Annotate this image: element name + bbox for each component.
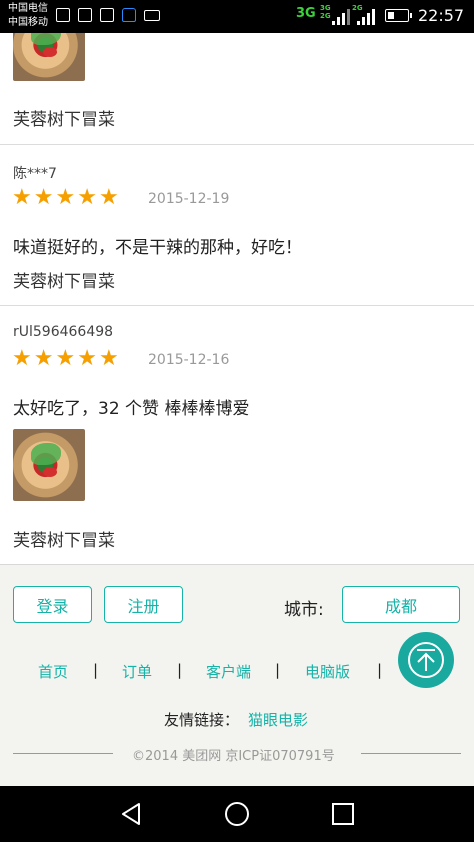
back-to-top-button[interactable] xyxy=(398,632,454,688)
lock-icon xyxy=(122,8,136,22)
star-icon: ★ xyxy=(55,346,76,371)
city-select-button[interactable]: 成都 xyxy=(342,586,460,623)
login-button[interactable]: 登录 xyxy=(13,586,92,623)
rating-stars: ★ ★ ★ ★ ★ xyxy=(12,348,119,370)
carrier-1: 中国电信 xyxy=(8,3,48,14)
signal-bars-2-icon xyxy=(357,7,375,25)
star-icon: ★ xyxy=(98,185,119,210)
review-shop-name[interactable]: 芙蓉树下冒菜 xyxy=(13,526,115,551)
star-icon: ★ xyxy=(77,185,97,210)
footer-link-home[interactable]: 首页 xyxy=(38,661,68,682)
footer-separator: | xyxy=(93,661,99,679)
friend-links-label: 友情链接： xyxy=(164,711,240,729)
review-item: 芙蓉树下冒菜 xyxy=(0,33,474,145)
image-icon xyxy=(100,8,114,22)
battery-icon xyxy=(385,9,412,22)
city-label: 城市: xyxy=(284,600,324,620)
download-icon xyxy=(78,8,92,22)
star-icon: ★ xyxy=(12,185,32,210)
footer-link-app[interactable]: 客户端 xyxy=(206,661,251,682)
back-to-top-icon xyxy=(408,642,444,678)
copyright-text: ©2014 美团网 京ICP证070791号 xyxy=(132,749,335,764)
system-nav-bar xyxy=(0,786,474,842)
star-icon: ★ xyxy=(98,346,119,371)
message-icon xyxy=(56,8,70,22)
status-bar: 中国电信 中国移动 3G 3G 2G 2G 22:57 xyxy=(0,0,474,33)
footer-separator: | xyxy=(177,661,183,679)
clock: 22:57 xyxy=(418,6,465,25)
network-type-1: 3G xyxy=(296,6,316,21)
review-comment: 味道挺好的，不是干辣的那种，好吃！ xyxy=(13,238,302,258)
star-icon: ★ xyxy=(33,346,54,371)
register-button[interactable]: 注册 xyxy=(104,586,183,623)
footer-divider-right xyxy=(361,753,461,754)
review-shop-name[interactable]: 芙蓉树下冒菜 xyxy=(13,105,115,130)
review-date: 2015-12-19 xyxy=(148,191,230,207)
network-type-2-bottom: 2G xyxy=(320,12,331,20)
footer-separator: | xyxy=(377,661,383,679)
star-icon: ★ xyxy=(55,185,76,210)
nav-home-icon[interactable] xyxy=(224,801,250,827)
review-shop-name[interactable]: 芙蓉树下冒菜 xyxy=(13,267,115,292)
friend-link-maoyan[interactable]: 猫眼电影 xyxy=(248,709,308,730)
review-photo[interactable] xyxy=(13,33,85,81)
network-type-2-top: 3G xyxy=(320,4,331,12)
review-comment: 太好吃了，32 个赞 棒棒棒博爱 xyxy=(13,399,250,419)
nav-back-icon[interactable] xyxy=(119,801,145,827)
review-photo[interactable] xyxy=(13,429,85,501)
star-icon: ★ xyxy=(12,346,32,371)
rating-stars: ★ ★ ★ ★ ★ xyxy=(12,187,119,209)
footer-separator: | xyxy=(275,661,281,679)
footer-link-desktop[interactable]: 电脑版 xyxy=(305,661,350,682)
star-icon: ★ xyxy=(77,346,97,371)
network-type-2: 3G 2G xyxy=(320,4,331,20)
review-username: 陈***7 xyxy=(13,166,57,182)
footer-divider-left xyxy=(13,753,113,754)
notification-icons xyxy=(56,8,160,22)
review-username: rUl596466498 xyxy=(13,324,114,340)
review-item: rUl596466498 ★ ★ ★ ★ ★ 2015-12-16 太好吃了，3… xyxy=(0,306,474,564)
review-date: 2015-12-16 xyxy=(148,352,230,368)
review-list: 芙蓉树下冒菜 陈***7 ★ ★ ★ ★ ★ 2015-12-19 味道挺好的，… xyxy=(0,33,474,564)
carrier-2: 中国移动 xyxy=(8,17,48,28)
keyboard-icon xyxy=(144,10,160,21)
nav-recents-icon[interactable] xyxy=(330,801,356,827)
review-item: 陈***7 ★ ★ ★ ★ ★ 2015-12-19 味道挺好的，不是干辣的那种… xyxy=(0,145,474,306)
footer-link-orders[interactable]: 订单 xyxy=(122,661,152,682)
carrier-names: 中国电信 中国移动 xyxy=(8,2,48,30)
signal-bars-1-icon xyxy=(332,7,350,25)
star-icon: ★ xyxy=(33,185,54,210)
